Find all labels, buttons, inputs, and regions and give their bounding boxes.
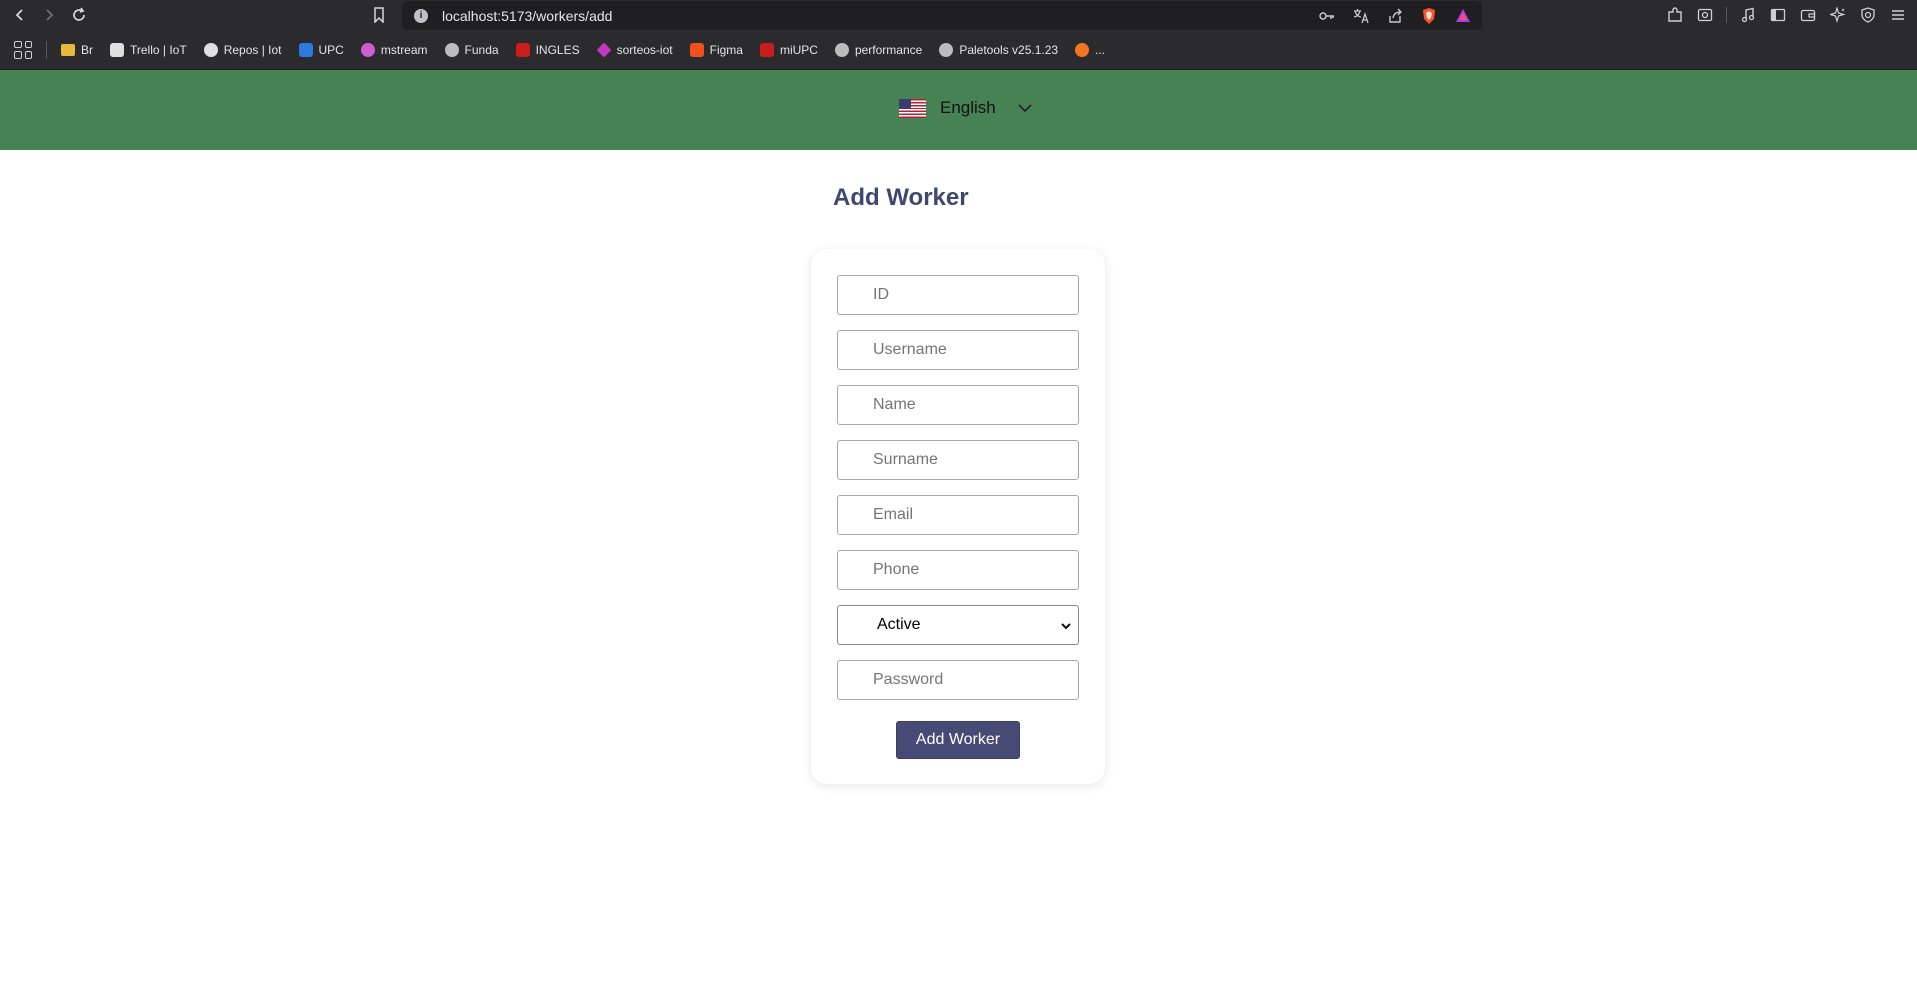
globe-icon	[444, 42, 459, 57]
bookmark-label: INGLES	[535, 42, 580, 57]
app-header: English	[0, 70, 1917, 150]
bookmark-item[interactable]: Br	[61, 43, 93, 57]
music-icon[interactable]	[1739, 5, 1757, 25]
bookmark-item[interactable]: mstream	[360, 42, 428, 57]
brave-shield-icon[interactable]	[1420, 7, 1438, 25]
vpn-shield-icon[interactable]	[1859, 5, 1877, 25]
language-selector[interactable]: English	[899, 98, 1032, 118]
upc-icon	[298, 42, 313, 57]
figma-icon	[689, 42, 704, 57]
bookmark-label: mstream	[380, 42, 428, 57]
sidebar-toggle-icon[interactable]	[1769, 5, 1787, 25]
folder-icon	[61, 43, 75, 56]
upc-red-icon	[515, 42, 530, 57]
bookmark-item[interactable]: Figma	[689, 42, 743, 57]
language-label: English	[940, 98, 996, 117]
bookmark-label: ...	[1095, 42, 1106, 57]
github-icon	[203, 42, 218, 57]
us-flag-icon	[899, 98, 926, 118]
diamond-icon	[596, 42, 612, 57]
reload-icon	[73, 7, 85, 21]
bookmark-item[interactable]: sorteos-iot	[596, 42, 673, 57]
name-input[interactable]	[837, 385, 1079, 425]
chevron-down-icon	[1018, 101, 1032, 115]
bookmark-label: Figma	[709, 42, 743, 57]
bookmark-label: Trello | IoT	[130, 42, 187, 57]
wallet-icon[interactable]	[1799, 5, 1817, 25]
bookmark-item[interactable]: ...	[1075, 42, 1106, 57]
bookmark-icon	[374, 7, 384, 23]
extensions-area	[1666, 5, 1907, 25]
bookmark-label: Funda	[464, 42, 499, 57]
bookmark-item[interactable]: performance	[834, 42, 923, 57]
translate-icon[interactable]	[1352, 7, 1370, 25]
forward-button[interactable]	[38, 4, 60, 26]
back-arrow-icon	[15, 9, 23, 21]
bookmarks-separator	[46, 40, 47, 59]
crunchyroll-icon	[1075, 42, 1090, 57]
globe-icon	[939, 42, 954, 57]
add-worker-form: Active Add Worker	[811, 249, 1105, 784]
apps-grid-icon[interactable]	[14, 40, 32, 59]
key-icon[interactable]	[1318, 7, 1336, 25]
bookmark-page-button[interactable]	[368, 4, 390, 26]
mstream-icon	[360, 42, 375, 57]
email-input[interactable]	[837, 495, 1079, 535]
username-input[interactable]	[837, 330, 1079, 370]
menu-icon[interactable]	[1889, 5, 1907, 25]
back-button[interactable]	[9, 4, 31, 26]
address-bar[interactable]: i localhost:5173/workers/add	[402, 1, 1482, 31]
bookmark-label: Paletools v25.1.23	[959, 42, 1059, 57]
bookmark-item[interactable]: miUPC	[759, 42, 818, 57]
trello-icon	[110, 42, 124, 57]
leo-ai-icon[interactable]	[1829, 5, 1847, 25]
add-worker-button[interactable]: Add Worker	[896, 721, 1020, 759]
surname-input[interactable]	[837, 440, 1079, 480]
id-input[interactable]	[837, 275, 1079, 315]
browser-toolbar: i localhost:5173/workers/add	[0, 0, 1917, 31]
reload-button[interactable]	[68, 4, 90, 26]
bookmark-label: Br	[81, 42, 93, 57]
url-text[interactable]: localhost:5173/workers/add	[442, 8, 612, 24]
puzzle-icon[interactable]	[1666, 5, 1684, 25]
phone-input[interactable]	[837, 550, 1079, 590]
toolbar-separator	[1726, 7, 1727, 23]
bookmark-label: UPC	[318, 42, 344, 57]
bookmark-item[interactable]: Funda	[444, 42, 499, 57]
address-bar-actions	[1318, 7, 1472, 25]
forward-arrow-icon	[46, 9, 54, 21]
site-info-icon[interactable]: i	[414, 9, 428, 23]
bookmark-label: sorteos-iot	[616, 42, 673, 57]
bookmark-label: Repos | Iot	[223, 42, 282, 57]
globe-icon	[834, 42, 849, 57]
chevron-down-icon	[1060, 619, 1072, 631]
bookmark-item[interactable]: UPC	[298, 42, 344, 57]
bookmark-item[interactable]: Trello | IoT	[110, 42, 187, 57]
upc-red-icon	[759, 42, 774, 57]
bookmark-label: miUPC	[779, 42, 818, 57]
bookmarks-bar: Br Trello | IoT Repos | Iot UPC mstream Funda…	[0, 30, 1917, 70]
bookmarks-list: Br Trello | IoT Repos | Iot UPC mstream Funda…	[61, 42, 1122, 57]
brave-rewards-icon[interactable]	[1454, 7, 1472, 25]
bookmark-item[interactable]: INGLES	[515, 42, 580, 57]
password-input[interactable]	[837, 660, 1079, 700]
bookmark-item[interactable]: Paletools v25.1.23	[939, 42, 1059, 57]
bookmark-item[interactable]: Repos | Iot	[203, 42, 282, 57]
share-icon[interactable]	[1386, 7, 1404, 25]
bookmark-label: performance	[854, 42, 923, 57]
status-selected-value: Active	[877, 616, 921, 633]
screenshot-icon[interactable]	[1696, 5, 1714, 25]
status-select[interactable]: Active	[837, 605, 1079, 645]
page-title: Add Worker	[833, 184, 969, 211]
